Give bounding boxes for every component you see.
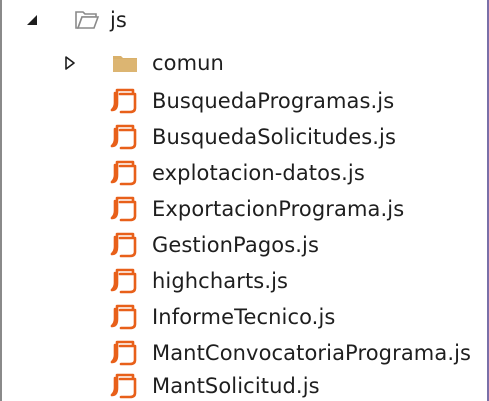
js-file-icon <box>110 304 138 330</box>
js-file-icon <box>110 340 138 366</box>
expanded-triangle-icon[interactable] <box>24 12 40 28</box>
collapsed-triangle-icon[interactable] <box>62 55 78 71</box>
folder-icon <box>112 52 138 74</box>
tree-node-file[interactable]: MantSolicitud.js <box>2 368 487 401</box>
tree-node-label: BusquedaProgramas.js <box>152 89 395 113</box>
tree-node-label: ExportacionPrograma.js <box>152 197 405 221</box>
tree-node-js-folder[interactable]: js <box>2 2 487 38</box>
js-file-icon <box>110 160 138 186</box>
tree-node-label: js <box>110 8 127 32</box>
tree-node-file[interactable]: BusquedaProgramas.js <box>2 83 487 119</box>
tree-node-file[interactable]: InformeTecnico.js <box>2 299 487 335</box>
tree-node-label: InformeTecnico.js <box>152 305 336 329</box>
tree-node-label: GestionPagos.js <box>152 233 320 257</box>
tree-node-file[interactable]: BusquedaSolicitudes.js <box>2 119 487 155</box>
tree-node-label: comun <box>152 51 224 75</box>
js-file-icon <box>110 88 138 114</box>
js-file-icon <box>110 268 138 294</box>
tree-node-file[interactable]: ExportacionPrograma.js <box>2 191 487 227</box>
tree-node-comun-folder[interactable]: comun <box>2 45 487 81</box>
tree-node-label: MantSolicitud.js <box>152 374 320 398</box>
solution-explorer-panel: js comun BusquedaProgramas.js BusquedaSo… <box>0 0 489 401</box>
tree-node-label: explotacion-datos.js <box>152 161 365 185</box>
tree-node-file[interactable]: explotacion-datos.js <box>2 155 487 191</box>
tree-node-label: BusquedaSolicitudes.js <box>152 125 397 149</box>
js-file-icon <box>110 124 138 150</box>
js-file-icon <box>110 196 138 222</box>
folder-open-icon <box>74 8 100 32</box>
tree-node-file[interactable]: MantConvocatoriaPrograma.js <box>2 335 487 371</box>
tree-node-file[interactable]: GestionPagos.js <box>2 227 487 263</box>
tree-node-label: MantConvocatoriaPrograma.js <box>152 341 472 365</box>
tree-node-file[interactable]: highcharts.js <box>2 263 487 299</box>
js-file-icon <box>110 373 138 399</box>
js-file-icon <box>110 232 138 258</box>
tree-node-label: highcharts.js <box>152 269 289 293</box>
